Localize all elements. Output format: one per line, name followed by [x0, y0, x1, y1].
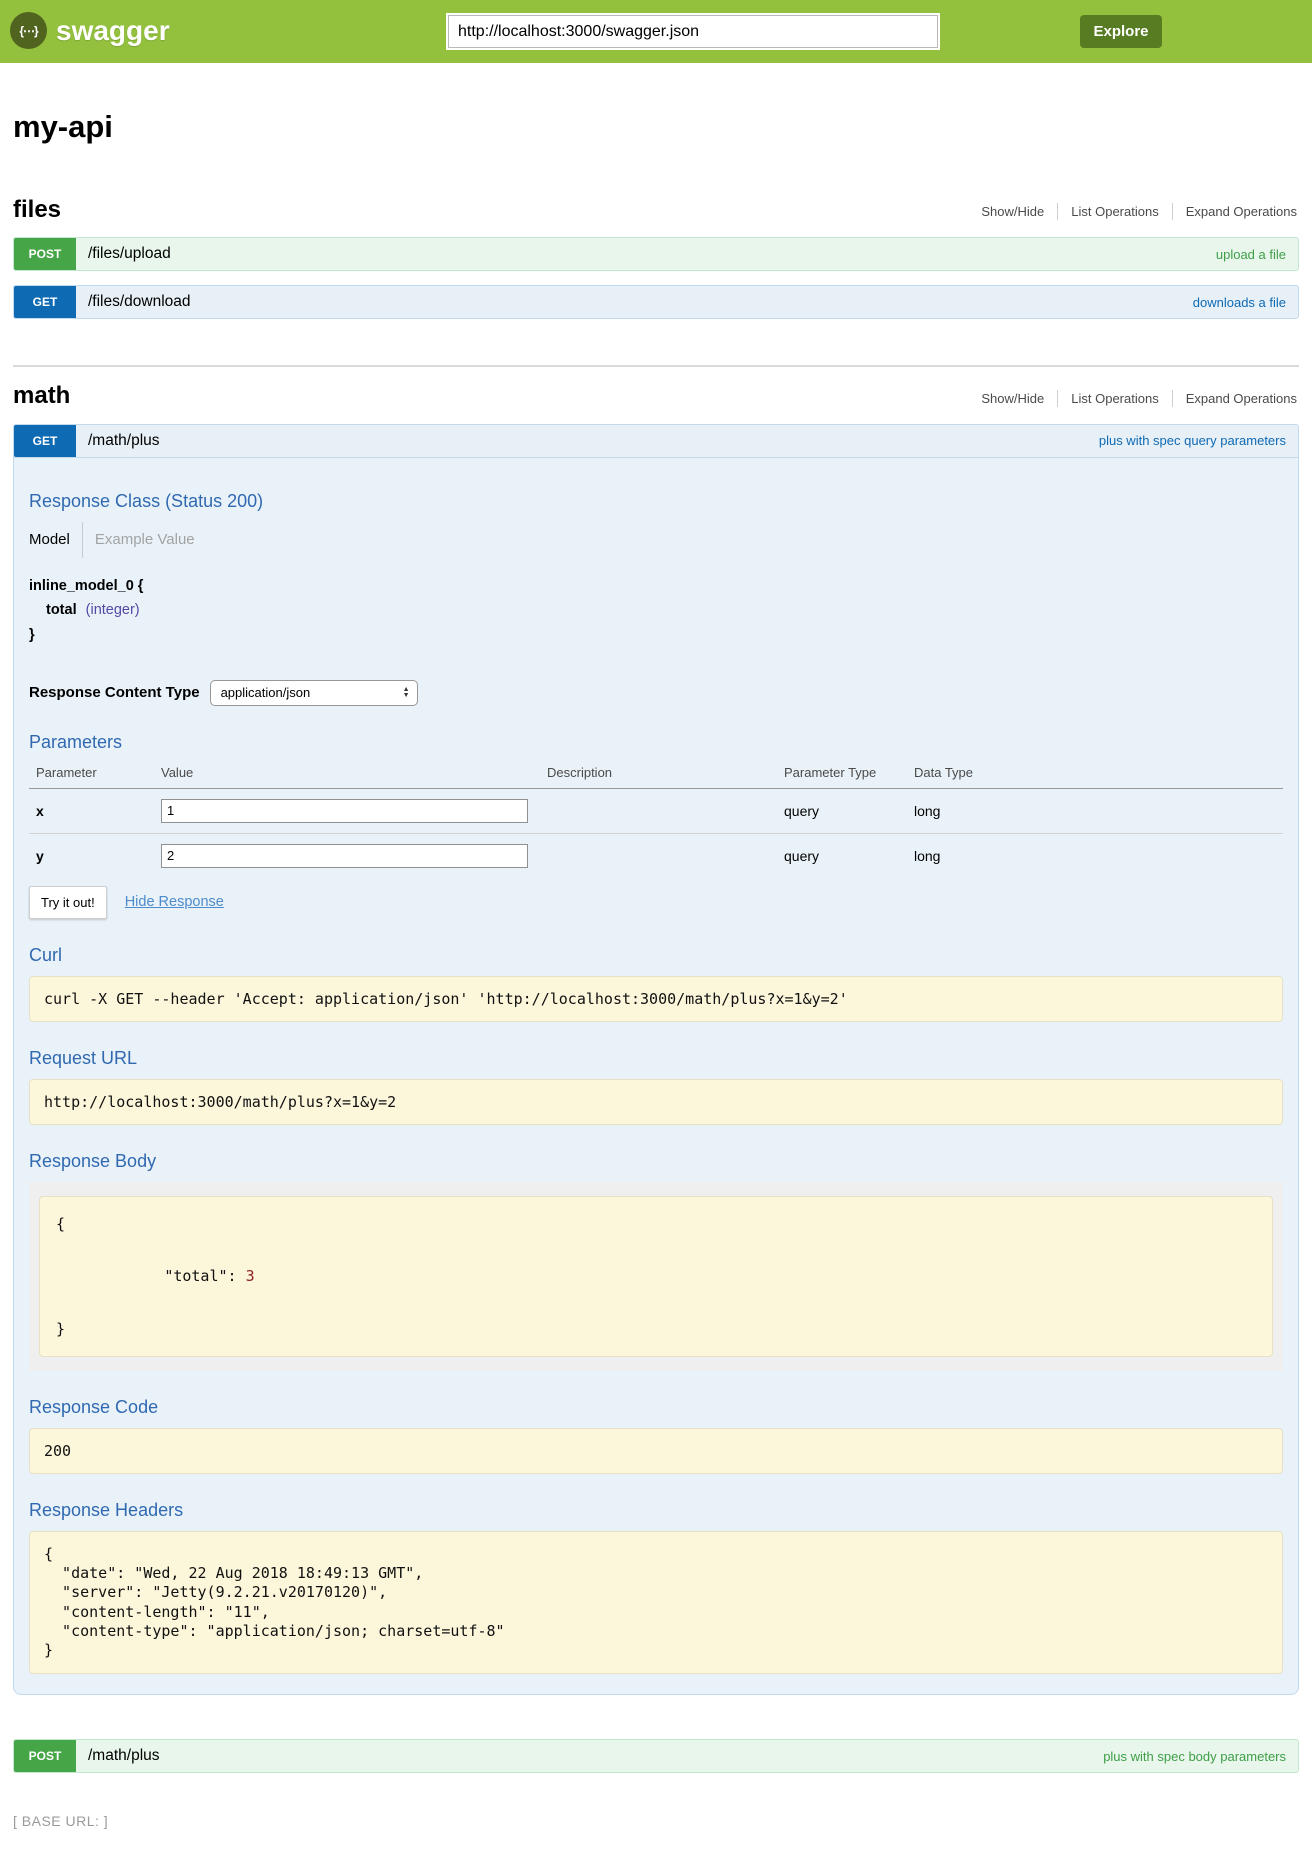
math-show-hide-link[interactable]: Show/Hide [968, 390, 1057, 407]
parameters-heading: Parameters [29, 732, 1283, 753]
response-headers-block: { "date": "Wed, 22 Aug 2018 18:49:13 GMT… [29, 1531, 1283, 1674]
model-signature: inline_model_0 { total (integer) } [29, 574, 1283, 648]
response-body-block: { "total": 3 } [39, 1196, 1273, 1357]
parameter-y-value-input[interactable] [161, 844, 528, 868]
post-method-badge: POST [14, 238, 76, 270]
parameter-row-y: y query long [29, 833, 1283, 878]
response-content-type-label: Response Content Type [29, 684, 200, 701]
math-list-operations-link[interactable]: List Operations [1057, 390, 1171, 407]
files-expand-operations-link[interactable]: Expand Operations [1172, 203, 1299, 220]
operation-path: /files/download [88, 293, 191, 311]
col-parameter: Parameter [29, 765, 161, 780]
operation-summary: plus with spec body parameters [1103, 1749, 1286, 1764]
model-property: total (integer) [29, 598, 1283, 623]
swagger-logo-icon: {⋯} [10, 12, 47, 49]
parameter-data-type: long [914, 803, 1283, 819]
spec-url-input[interactable] [448, 15, 938, 48]
operation-details-panel: Response Class (Status 200) Model Exampl… [13, 458, 1299, 1695]
tab-example-value[interactable]: Example Value [83, 531, 195, 548]
model-property-name: total [46, 602, 77, 618]
response-code-heading: Response Code [29, 1397, 1283, 1418]
operation-post-math-plus[interactable]: POST /math/plus plus with spec body para… [13, 1739, 1299, 1773]
json-number-value: 3 [246, 1267, 255, 1285]
files-show-hide-link[interactable]: Show/Hide [968, 203, 1057, 220]
tab-model[interactable]: Model [29, 531, 82, 548]
files-section-header: files Show/Hide List Operations Expand O… [13, 197, 1299, 223]
files-list-operations-link[interactable]: List Operations [1057, 203, 1171, 220]
select-updown-arrows-icon: ▲▼ [403, 687, 410, 699]
response-headers-json: { "date": "Wed, 22 Aug 2018 18:49:13 GMT… [44, 1545, 1268, 1660]
json-total-line: "total": 3 [56, 1237, 1256, 1316]
response-body-container: { "total": 3 } [29, 1182, 1283, 1371]
try-it-out-button[interactable]: Try it out! [29, 886, 107, 919]
operation-summary: plus with spec query parameters [1099, 433, 1286, 448]
parameter-name: y [29, 848, 161, 864]
model-open-line: inline_model_0 { [29, 574, 1283, 599]
swagger-brand-link[interactable]: {⋯} swagger [10, 12, 170, 49]
bottom-spacer [0, 1829, 1312, 1853]
get-method-badge: GET [14, 286, 76, 318]
response-class-heading: Response Class (Status 200) [29, 491, 1283, 512]
curl-command-block: curl -X GET --header 'Accept: applicatio… [29, 976, 1283, 1022]
response-headers-heading: Response Headers [29, 1500, 1283, 1521]
parameter-name: x [29, 803, 161, 819]
response-code-block: 200 [29, 1428, 1283, 1474]
operation-path: /files/upload [88, 245, 171, 263]
response-content-type-row: Response Content Type application/json ▲… [29, 680, 1283, 706]
math-section-title[interactable]: math [13, 383, 70, 409]
top-header-bar: {⋯} swagger Explore [0, 0, 1312, 63]
operation-path: /math/plus [88, 432, 160, 450]
col-data-type: Data Type [914, 765, 1283, 780]
math-section-controls: Show/Hide List Operations Expand Operati… [968, 390, 1299, 410]
parameter-type: query [784, 803, 914, 819]
operation-summary: upload a file [1216, 247, 1286, 262]
col-description: Description [547, 765, 784, 780]
col-value: Value [161, 765, 547, 780]
curl-heading: Curl [29, 945, 1283, 966]
base-url-footer: [ BASE URL: ] [13, 1813, 1299, 1829]
operation-path: /math/plus [88, 1747, 160, 1765]
json-key: "total": [164, 1267, 236, 1285]
operation-post-files-upload[interactable]: POST /files/upload upload a file [13, 237, 1299, 271]
selected-content-type: application/json [221, 685, 403, 700]
request-url-heading: Request URL [29, 1048, 1283, 1069]
files-section-title[interactable]: files [13, 197, 61, 223]
parameter-row-x: x query long [29, 789, 1283, 833]
section-divider [13, 365, 1299, 367]
response-body-heading: Response Body [29, 1151, 1283, 1172]
operation-get-math-plus[interactable]: GET /math/plus plus with spec query para… [13, 424, 1299, 458]
page-title: my-api [13, 109, 1299, 145]
model-tabs: Model Example Value [29, 522, 1283, 558]
brand-title: swagger [56, 15, 170, 47]
operation-get-files-download[interactable]: GET /files/download downloads a file [13, 285, 1299, 319]
col-parameter-type: Parameter Type [784, 765, 914, 780]
math-expand-operations-link[interactable]: Expand Operations [1172, 390, 1299, 407]
response-content-type-select[interactable]: application/json ▲▼ [210, 680, 418, 706]
model-close-line: } [29, 623, 1283, 648]
request-url-block: http://localhost:3000/math/plus?x=1&y=2 [29, 1079, 1283, 1125]
try-it-out-row: Try it out! Hide Response [29, 886, 1283, 919]
files-section-controls: Show/Hide List Operations Expand Operati… [968, 203, 1299, 223]
get-method-badge: GET [14, 425, 76, 457]
hide-response-link[interactable]: Hide Response [125, 894, 224, 910]
post-method-badge: POST [14, 1740, 76, 1772]
math-section-header: math Show/Hide List Operations Expand Op… [13, 383, 1299, 409]
explore-button[interactable]: Explore [1080, 15, 1162, 48]
json-close-brace: } [56, 1316, 1256, 1342]
parameter-data-type: long [914, 848, 1283, 864]
operation-summary: downloads a file [1193, 295, 1286, 310]
model-property-type: (integer) [86, 602, 140, 618]
parameter-x-value-input[interactable] [161, 799, 528, 823]
parameter-type: query [784, 848, 914, 864]
parameters-table-header: Parameter Value Description Parameter Ty… [29, 759, 1283, 789]
json-open-brace: { [56, 1211, 1256, 1237]
